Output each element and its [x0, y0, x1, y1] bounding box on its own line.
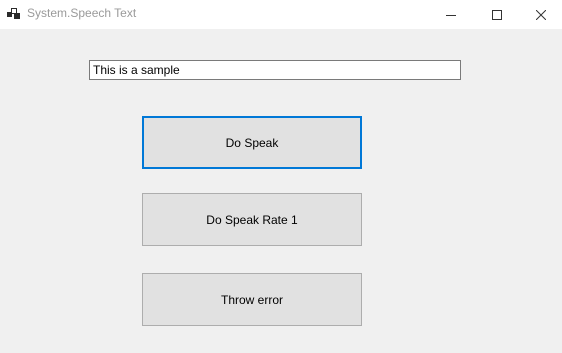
do-speak-rate-label: Do Speak Rate 1 — [206, 212, 298, 227]
title-bar[interactable]: System.Speech Text — [0, 0, 562, 29]
app-icon — [7, 8, 20, 19]
throw-error-button[interactable]: Throw error — [142, 273, 362, 326]
form-client-area: This is a sample Do Speak Do Speak Rate … — [0, 29, 562, 353]
speech-text-input[interactable]: This is a sample — [89, 60, 461, 80]
window-title: System.Speech Text — [27, 6, 137, 20]
minimize-icon — [446, 14, 456, 16]
close-icon — [536, 9, 546, 20]
do-speak-label: Do Speak — [225, 135, 279, 150]
do-speak-button[interactable]: Do Speak — [142, 116, 362, 169]
maximize-icon — [492, 9, 502, 20]
app-window: System.Speech Text This is a sample Do S… — [0, 0, 562, 353]
close-button[interactable] — [518, 0, 562, 29]
do-speak-rate-button[interactable]: Do Speak Rate 1 — [142, 193, 362, 246]
minimize-button[interactable] — [428, 0, 474, 29]
maximize-button[interactable] — [474, 0, 520, 29]
throw-error-label: Throw error — [220, 292, 283, 307]
